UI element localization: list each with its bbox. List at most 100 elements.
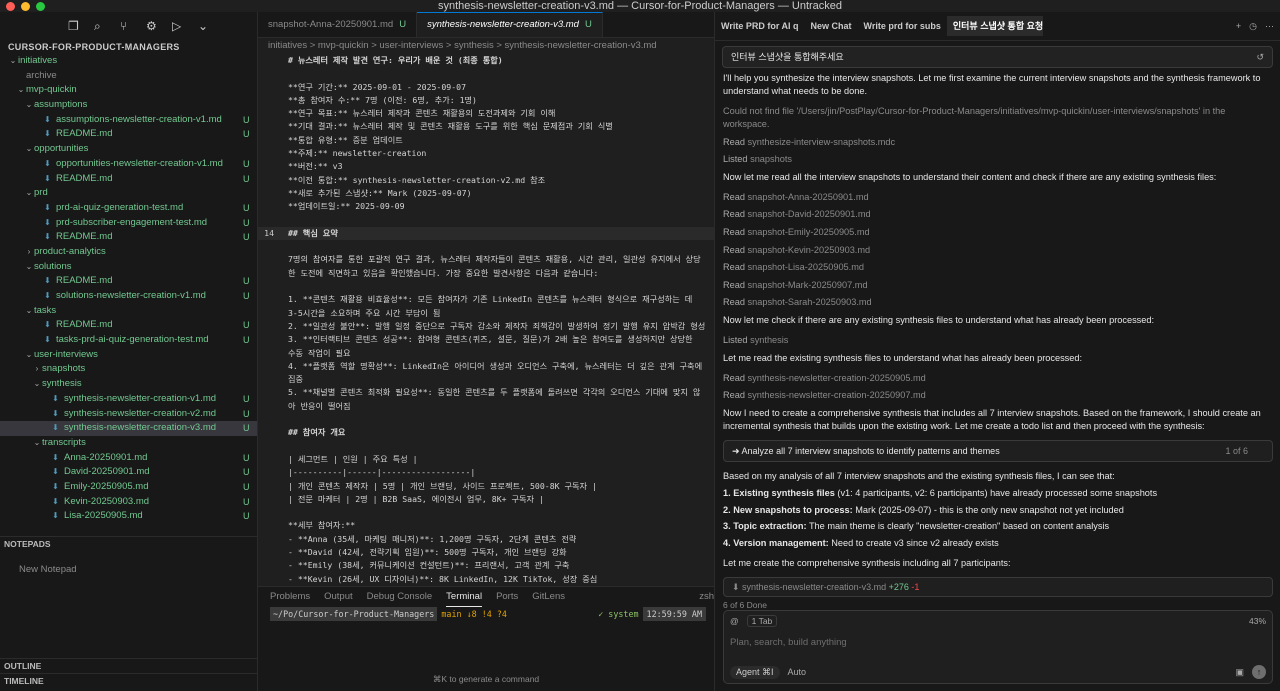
editor-area: snapshot-Anna-20250901.md Usynthesis-news… xyxy=(258,12,714,691)
panel-tab[interactable]: Terminal xyxy=(446,587,483,607)
tool-call[interactable]: Read snapshot-Mark-20250907.md xyxy=(723,279,1273,292)
source-control-icon[interactable]: ⑂ xyxy=(120,20,132,32)
folder-item[interactable]: archive xyxy=(0,69,257,84)
image-icon[interactable]: ▣ xyxy=(1235,667,1244,678)
tool-call[interactable]: Read snapshot-Lisa-20250905.md xyxy=(723,261,1273,274)
todo-progress[interactable]: 6 of 6 Done xyxy=(723,600,767,610)
breadcrumb[interactable]: initiatives > mvp-quickin > user-intervi… xyxy=(258,38,714,54)
search-icon[interactable]: ⌕ xyxy=(94,20,106,32)
folder-item[interactable]: › product-analytics xyxy=(0,245,257,260)
chat-input[interactable] xyxy=(730,633,1260,651)
tool-call[interactable]: Read synthesis-newsletter-creation-20250… xyxy=(723,389,1273,402)
folder-item[interactable]: ⌄ transcripts xyxy=(0,436,257,451)
zoom-window-button[interactable] xyxy=(36,2,45,11)
tool-call[interactable]: Read snapshot-Kevin-20250903.md xyxy=(723,244,1273,257)
file-item[interactable]: ⬇ tasks-prd-ai-quiz-generation-test.md U xyxy=(0,333,257,348)
editor-tab[interactable]: snapshot-Anna-20250901.md U xyxy=(258,12,418,37)
folder-item[interactable]: ⌄ solutions xyxy=(0,260,257,275)
user-query-bubble[interactable]: 인터뷰 스냅샷을 통합해주세요 ↺ xyxy=(722,46,1273,68)
chat-tab[interactable]: Write prd for subs xyxy=(858,21,947,31)
mention-icon[interactable]: @ xyxy=(730,616,739,626)
close-window-button[interactable] xyxy=(6,2,15,11)
git-status-badge: U xyxy=(243,202,250,213)
tool-call[interactable]: Read snapshot-Sarah-20250903.md xyxy=(723,296,1273,309)
model-selector[interactable]: Auto xyxy=(788,667,807,677)
code-editor[interactable]: # 뉴스레터 제작 발견 연구: 우리가 배운 것 (최종 통합) **연구 기간… xyxy=(258,54,714,586)
file-item[interactable]: ⬇ synthesis-newsletter-creation-v1.md U xyxy=(0,392,257,407)
file-item[interactable]: ⬇ README.md U xyxy=(0,172,257,187)
file-item[interactable]: ⬇ solutions-newsletter-creation-v1.md U xyxy=(0,289,257,304)
notepads-section-header[interactable]: NOTEPADS xyxy=(0,536,257,550)
folder-item[interactable]: ⌄ tasks xyxy=(0,304,257,319)
workspace-header[interactable]: CURSOR-FOR-PRODUCT-MANAGERS xyxy=(0,40,257,54)
file-item[interactable]: ⬇ Emily-20250905.md U xyxy=(0,480,257,495)
send-icon[interactable]: ↑ xyxy=(1252,665,1266,679)
tool-call[interactable]: Listed synthesis xyxy=(723,334,1273,347)
panel-tab[interactable]: Problems xyxy=(270,587,310,607)
todo-count: 1 of 6 xyxy=(1225,445,1248,456)
analysis-point: 2. New snapshots to process: Mark (2025-… xyxy=(723,504,1273,517)
new-chat-icon[interactable]: + xyxy=(1236,21,1241,32)
folder-item[interactable]: ⌄ initiatives xyxy=(0,54,257,69)
markdown-icon: ⬇ xyxy=(44,217,51,227)
file-edit-card[interactable]: ⬇ synthesis-newsletter-creation-v3.md +2… xyxy=(723,576,1273,597)
shell-name[interactable]: zsh xyxy=(699,587,714,607)
chat-tab[interactable]: 인터뷰 스냅샷 통합 요청 xyxy=(946,16,1043,36)
context-pill[interactable]: 1 Tab xyxy=(746,615,778,627)
more-icon[interactable]: ⋯ xyxy=(1265,21,1274,32)
agent-mode-button[interactable]: Agent ⌘I xyxy=(730,665,780,679)
todo-list[interactable]: ➜ Analyze all 7 interview snapshots to i… xyxy=(723,439,1273,462)
folder-item[interactable]: ⌄ opportunities xyxy=(0,142,257,157)
terminal-prompt[interactable]: ~/Po/Cursor-for-Product-Managers main ↓8… xyxy=(258,607,714,621)
folder-item[interactable]: › snapshots xyxy=(0,362,257,377)
history-icon[interactable]: ◷ xyxy=(1249,21,1257,32)
file-item[interactable]: ⬇ README.md U xyxy=(0,318,257,333)
run-debug-icon[interactable]: ▷ xyxy=(172,20,184,32)
tool-verb: Read xyxy=(723,226,745,237)
file-item[interactable]: ⬇ Lisa-20250905.md U xyxy=(0,509,257,524)
file-item[interactable]: ⬇ prd-ai-quiz-generation-test.md U xyxy=(0,201,257,216)
file-item[interactable]: ⬇ synthesis-newsletter-creation-v2.md U xyxy=(0,407,257,422)
file-item[interactable]: ⬇ README.md U xyxy=(0,127,257,142)
tool-call[interactable]: Read snapshot-Emily-20250905.md xyxy=(723,226,1273,239)
message-text: synthesis-newsletter-creation-20250907.m… xyxy=(747,390,926,401)
tool-call[interactable]: Read synthesize-interview-snapshots.mdc xyxy=(723,136,1273,149)
tool-call[interactable]: Could not find file '/Users/jin/PostPlay… xyxy=(723,105,1273,131)
file-item[interactable]: ⬇ README.md U xyxy=(0,230,257,245)
chat-tab[interactable]: New Chat xyxy=(805,21,858,31)
tool-call[interactable]: Read synthesis-newsletter-creation-20250… xyxy=(723,372,1273,385)
file-item[interactable]: ⬇ Kevin-20250903.md U xyxy=(0,495,257,510)
folder-item[interactable]: ⌄ mvp-quickin xyxy=(0,83,257,98)
chat-tab[interactable]: Write PRD for AI q xyxy=(715,21,805,31)
folder-item[interactable]: ⌄ user-interviews xyxy=(0,348,257,363)
check-circle-icon: ➜ xyxy=(732,445,742,456)
file-item[interactable]: ⬇ David-20250901.md U xyxy=(0,465,257,480)
folder-item[interactable]: ⌄ synthesis xyxy=(0,377,257,392)
restore-checkpoint-icon[interactable]: ↺ xyxy=(1256,47,1264,67)
tool-call[interactable]: Read snapshot-David-20250901.md xyxy=(723,208,1273,221)
tool-call[interactable]: Listed snapshots xyxy=(723,153,1273,166)
new-notepad-button[interactable]: New Notepad xyxy=(0,563,257,577)
files-icon[interactable]: ❐ xyxy=(68,20,80,32)
tree-item-label: README.md xyxy=(56,172,113,184)
timeline-section-header[interactable]: TIMELINE xyxy=(0,673,257,687)
panel-tab[interactable]: Output xyxy=(324,587,353,607)
panel-tab[interactable]: Ports xyxy=(496,587,518,607)
extensions-icon[interactable]: ⚙ xyxy=(146,20,158,32)
chevron-down-icon[interactable]: ⌄ xyxy=(198,20,210,32)
tool-call[interactable]: Read snapshot-Anna-20250901.md xyxy=(723,191,1273,204)
code-line: **총 참여자 수:** 7명 (이전: 6명, 추가: 1명) xyxy=(258,94,714,107)
file-item[interactable]: ⬇ README.md U xyxy=(0,274,257,289)
outline-section-header[interactable]: OUTLINE xyxy=(0,658,257,672)
file-item[interactable]: ⬇ Anna-20250901.md U xyxy=(0,451,257,466)
file-item[interactable]: ⬇ assumptions-newsletter-creation-v1.md U xyxy=(0,113,257,128)
file-item[interactable]: ⬇ opportunities-newsletter-creation-v1.md… xyxy=(0,157,257,172)
folder-item[interactable]: ⌄ assumptions xyxy=(0,98,257,113)
minimize-window-button[interactable] xyxy=(21,2,30,11)
file-item[interactable]: ⬇ prd-subscriber-engagement-test.md U xyxy=(0,216,257,231)
editor-tab[interactable]: synthesis-newsletter-creation-v3.md U xyxy=(417,12,603,37)
file-item[interactable]: ⬇ synthesis-newsletter-creation-v3.md U xyxy=(0,421,257,436)
panel-tab[interactable]: GitLens xyxy=(532,587,565,607)
panel-tab[interactable]: Debug Console xyxy=(367,587,433,607)
folder-item[interactable]: ⌄ prd xyxy=(0,186,257,201)
